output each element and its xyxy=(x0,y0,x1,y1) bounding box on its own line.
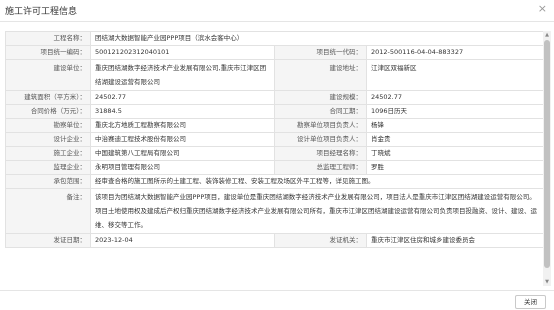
construction-permit-dialog: 施工许可工程信息 × 工程名称： 团结湖大数据智能产业园PPP项目（滨水会客中心… xyxy=(0,0,554,310)
project-code-1-value: 500121202312040101 xyxy=(90,45,275,60)
remarks-label: 备注： xyxy=(5,188,91,234)
build-area-label: 建筑面积（平方米）： xyxy=(5,90,91,105)
remarks-value: 该项目为团结湖大数据智能产业园PPP项目，建设单位是重庆团结湖数字经济技术产业发… xyxy=(90,188,543,234)
contract-period-label: 合同工期： xyxy=(274,104,367,119)
dialog-footer: 关闭 xyxy=(0,290,554,310)
construction-unit-value: 中国建筑第八工程局有限公司 xyxy=(90,146,275,161)
table-row: 施工企业： 中国建筑第八工程局有限公司 项目经理名称： 丁晓斌 xyxy=(5,146,543,161)
build-scale-value: 24502.77 xyxy=(366,90,543,105)
scrollbar-thumb[interactable] xyxy=(544,40,550,268)
table-row: 监理企业： 永明项目管理有限公司 总监理工程师： 罗胜 xyxy=(5,160,543,175)
table-row: 合同价格（万元）： 31884.5 合同工期： 1096日历天 xyxy=(5,104,543,119)
chief-supervisor-label: 总监理工程师： xyxy=(274,160,367,175)
scroll-down-arrow-icon[interactable]: ▼ xyxy=(544,279,550,285)
scroll-up-arrow-icon[interactable]: ▲ xyxy=(544,32,550,38)
project-name-label: 工程名称： xyxy=(5,31,91,46)
project-manager-label: 项目经理名称： xyxy=(274,146,367,161)
table-row: 设计企业： 中治赛迪工程技术股份有限公司 设计单位项目负责人： 肖金贵 xyxy=(5,132,543,147)
table-row: 工程名称： 团结湖大数据智能产业园PPP项目（滨水会客中心） xyxy=(5,31,543,46)
project-code-1-label: 项目统一编码： xyxy=(5,45,91,60)
survey-lead-label: 勘察单位项目负责人： xyxy=(274,118,367,133)
build-scale-label: 建设规模： xyxy=(274,90,367,105)
supervision-unit-value: 永明项目管理有限公司 xyxy=(90,160,275,175)
table-row: 建筑面积（平方米）： 24502.77 建设规模： 24502.77 xyxy=(5,90,543,105)
survey-lead-value: 杨锋 xyxy=(366,118,543,133)
dialog-header: 施工许可工程信息 × xyxy=(0,0,554,22)
close-button[interactable]: 关闭 xyxy=(515,295,546,309)
contract-scope-value: 经审查合格的施工图所示的土建工程、装饰装修工程、安装工程及场区外平工程等，详见施… xyxy=(90,174,543,189)
build-address-value: 江津区双福新区 xyxy=(366,59,543,91)
issue-date-value: 2023-12-04 xyxy=(90,233,275,248)
chief-supervisor-value: 罗胜 xyxy=(366,160,543,175)
table-row: 建设单位： 重庆团结湖数字经济技术产业发展有限公司,重庆市江津区团结湖建设运营有… xyxy=(5,59,543,91)
build-address-label: 建设地址： xyxy=(274,59,367,91)
issue-date-label: 发证日期： xyxy=(5,233,91,248)
permit-info-table: 工程名称： 团结湖大数据智能产业园PPP项目（滨水会客中心） 项目统一编码： 5… xyxy=(5,31,543,248)
design-unit-label: 设计企业： xyxy=(5,132,91,147)
survey-unit-value: 重庆北方地质工程勘察有限公司 xyxy=(90,118,275,133)
build-unit-label: 建设单位： xyxy=(5,59,91,91)
table-row: 勘察单位： 重庆北方地质工程勘察有限公司 勘察单位项目负责人： 杨锋 xyxy=(5,118,543,133)
contract-price-value: 31884.5 xyxy=(90,104,275,119)
project-code-2-value: 2012-500116-04-04-883327 xyxy=(366,45,543,60)
dialog-body[interactable]: 工程名称： 团结湖大数据智能产业园PPP项目（滨水会客中心） 项目统一编码： 5… xyxy=(5,31,543,286)
table-row: 发证日期： 2023-12-04 发证机关： 重庆市江津区住房和城乡建设委员会 xyxy=(5,233,543,248)
issue-authority-label: 发证机关： xyxy=(274,233,367,248)
table-row: 项目统一编码： 500121202312040101 项目统一代码： 2012-… xyxy=(5,45,543,60)
design-unit-value: 中治赛迪工程技术股份有限公司 xyxy=(90,132,275,147)
contract-scope-label: 承包范围： xyxy=(5,174,91,189)
contract-period-value: 1096日历天 xyxy=(366,104,543,119)
table-row: 承包范围： 经审查合格的施工图所示的土建工程、装饰装修工程、安装工程及场区外平工… xyxy=(5,174,543,189)
design-lead-label: 设计单位项目负责人： xyxy=(274,132,367,147)
close-icon[interactable]: × xyxy=(538,3,547,15)
survey-unit-label: 勘察单位： xyxy=(5,118,91,133)
project-code-2-label: 项目统一代码： xyxy=(274,45,367,60)
table-row: 备注： 该项目为团结湖大数据智能产业园PPP项目，建设单位是重庆团结湖数字经济技… xyxy=(5,188,543,234)
design-lead-value: 肖金贵 xyxy=(366,132,543,147)
contract-price-label: 合同价格（万元）： xyxy=(5,104,91,119)
dialog-title: 施工许可工程信息 xyxy=(5,7,78,17)
issue-authority-value: 重庆市江津区住房和城乡建设委员会 xyxy=(366,233,543,248)
construction-unit-label: 施工企业： xyxy=(5,146,91,161)
build-unit-value: 重庆团结湖数字经济技术产业发展有限公司,重庆市江津区团结湖建设运营有限公司 xyxy=(90,59,275,91)
build-area-value: 24502.77 xyxy=(90,90,275,105)
vertical-scrollbar[interactable]: ▲ ▼ xyxy=(543,31,551,286)
supervision-unit-label: 监理企业： xyxy=(5,160,91,175)
project-name-value: 团结湖大数据智能产业园PPP项目（滨水会客中心） xyxy=(90,31,543,46)
project-manager-value: 丁晓斌 xyxy=(366,146,543,161)
